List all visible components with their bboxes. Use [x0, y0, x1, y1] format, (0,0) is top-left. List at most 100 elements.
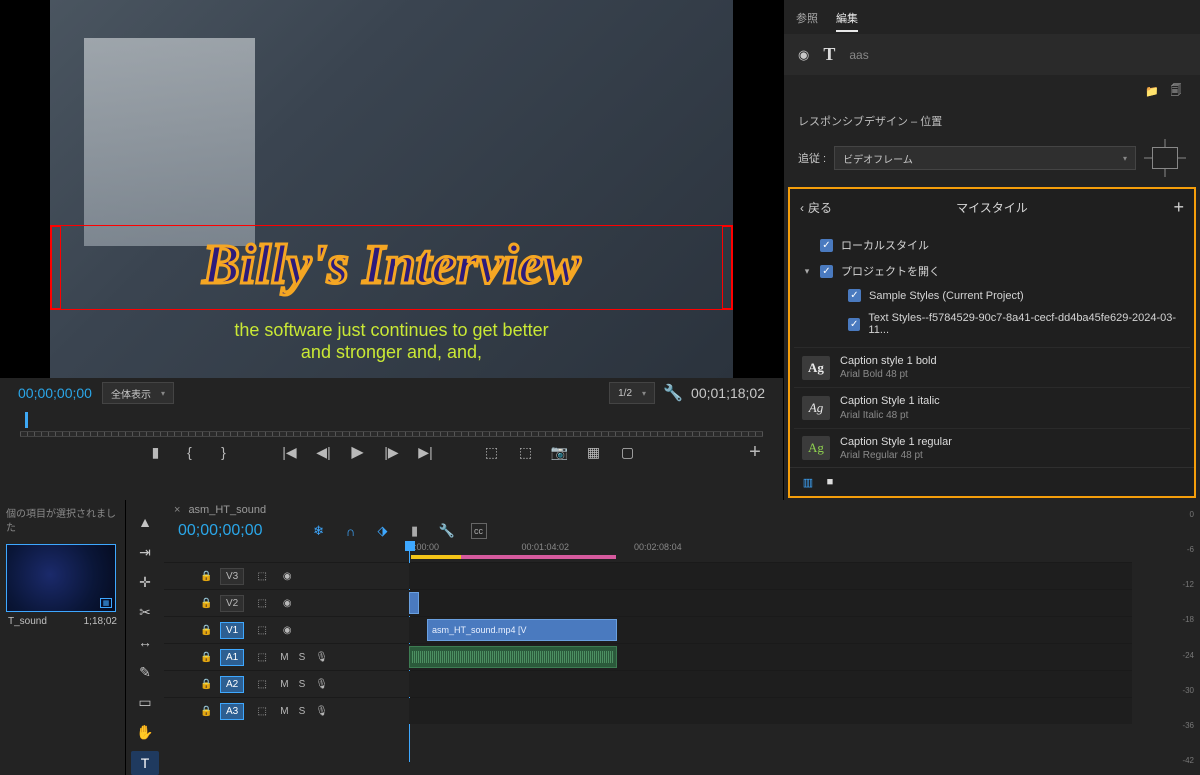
clip-area[interactable] [409, 644, 1132, 670]
marker-icon[interactable]: ▮ [148, 444, 164, 460]
track-target-toggle[interactable]: A2 [220, 676, 244, 693]
style-item[interactable]: AgCaption Style 1 italicArial Italic 48 … [794, 387, 1190, 427]
toggle-output-icon[interactable]: ⬚ [254, 622, 270, 638]
new-layer-icon[interactable]: 🗐 [1168, 83, 1184, 99]
add-button-icon[interactable]: + [747, 444, 763, 460]
clip-area[interactable] [409, 698, 1132, 724]
caret-down-icon[interactable]: ▾ [802, 266, 812, 277]
clip-area[interactable]: asm_HT_sound.mp4 [V [409, 617, 1132, 643]
mute-toggle[interactable]: M [280, 652, 288, 663]
project-thumbnail[interactable]: ▦ [6, 544, 116, 612]
eye-icon[interactable]: ◉ [280, 571, 294, 582]
title-text[interactable]: Billy's Interview [61, 226, 722, 304]
zoom-dropdown[interactable]: 全体表示▾ [102, 382, 174, 404]
checkbox-icon[interactable]: ✓ [848, 318, 860, 331]
slip-tool-icon[interactable]: ↔ [131, 630, 159, 654]
voiceover-icon[interactable]: 🎙 [315, 652, 328, 663]
voiceover-icon[interactable]: 🎙 [315, 706, 328, 717]
tree-sample-styles[interactable]: ✓Sample Styles (Current Project) [798, 284, 1186, 307]
clip-area[interactable] [409, 590, 1132, 616]
tree-text-styles-file[interactable]: ✓Text Styles--f5784529-90c7-8a41-cecf-dd… [798, 307, 1186, 341]
mute-toggle[interactable]: M [280, 679, 288, 690]
checkbox-icon[interactable]: ✓ [820, 265, 833, 278]
wrench-icon[interactable]: 🔧 [665, 385, 681, 401]
caption-range-bar[interactable] [461, 555, 616, 559]
pen-tool-icon[interactable]: ✎ [131, 661, 159, 685]
toggle-output-icon[interactable]: ⬚ [254, 703, 270, 719]
step-forward-icon[interactable]: |▶ [384, 444, 400, 460]
monitor-right-timecode[interactable]: 00;01;18;02 [691, 385, 765, 401]
close-tab-icon[interactable]: × [174, 504, 180, 516]
toggle-output-icon[interactable]: ⬚ [254, 676, 270, 692]
layer-name[interactable]: aas [849, 48, 868, 62]
selection-tool-icon[interactable]: ▲ [131, 510, 159, 534]
go-to-in-icon[interactable]: |◀ [282, 444, 298, 460]
video-track[interactable]: 🔒 V1 ⬚ ◉ asm_HT_sound.mp4 [V [164, 616, 1132, 643]
lock-icon[interactable]: 🔒 [200, 625, 210, 636]
track-select-tool-icon[interactable]: ⇥ [131, 540, 159, 564]
solo-toggle[interactable]: S [299, 706, 306, 717]
sequence-tab[interactable]: asm_HT_sound [188, 504, 266, 516]
caption-track-icon[interactable]: cc [471, 523, 487, 539]
tree-open-project[interactable]: ▾✓プロジェクトを開く [798, 258, 1186, 284]
track-target-toggle[interactable]: V1 [220, 622, 244, 639]
tree-local-styles[interactable]: ✓ローカルスタイル [798, 232, 1186, 258]
step-back-icon[interactable]: ◀| [316, 444, 332, 460]
monitor-left-timecode[interactable]: 00;00;00;00 [18, 385, 92, 401]
audio-clip[interactable] [409, 646, 617, 668]
checkbox-icon[interactable]: ✓ [848, 289, 861, 302]
style-list[interactable]: AgCaption style 1 boldArial Bold 48 ptAg… [790, 347, 1194, 467]
eye-icon[interactable]: ◉ [280, 598, 294, 609]
mark-out-icon[interactable]: } [216, 444, 232, 460]
clip-area[interactable] [409, 671, 1132, 697]
checkbox-icon[interactable]: ✓ [820, 239, 833, 252]
work-area-bar[interactable] [411, 555, 461, 559]
visibility-toggle-icon[interactable]: ◉ [798, 47, 809, 63]
settings-icon[interactable]: 🔧 [439, 523, 455, 539]
audio-track[interactable]: 🔒A3⬚MS🎙 [164, 697, 1132, 724]
resolution-dropdown[interactable]: 1/2▾ [609, 382, 655, 404]
solo-toggle[interactable]: S [299, 652, 306, 663]
lock-icon[interactable]: 🔒 [200, 571, 210, 582]
clip-area[interactable] [409, 563, 1132, 589]
audio-track[interactable]: 🔒A1⬚MS🎙 [164, 643, 1132, 670]
monitor-viewport[interactable]: Billy's Interview the software just cont… [0, 0, 783, 378]
marker-icon[interactable]: ▮ [407, 523, 423, 539]
toggle-output-icon[interactable]: ⬚ [254, 649, 270, 665]
timeline-ruler[interactable]: 0:00:00 00:01:04:02 00:02:08:04 [164, 542, 1132, 562]
video-track[interactable]: 🔒V3⬚◉ [164, 562, 1132, 589]
type-tool-icon[interactable]: T [131, 751, 159, 775]
lock-icon[interactable]: 🔒 [200, 706, 210, 717]
title-graphic[interactable]: Billy's Interview [50, 225, 733, 310]
voiceover-icon[interactable]: 🎙 [315, 679, 328, 690]
timeline-playhead-timecode[interactable]: 00;00;00;00 [178, 522, 263, 540]
pin-widget[interactable] [1144, 139, 1186, 177]
new-folder-icon[interactable]: 📁 [1144, 83, 1160, 99]
audio-track[interactable]: 🔒A2⬚MS🎙 [164, 670, 1132, 697]
snap-icon[interactable]: ❄ [311, 523, 327, 539]
toggle-output-icon[interactable]: ⬚ [254, 595, 270, 611]
video-track[interactable]: 🔒V2⬚◉ [164, 589, 1132, 616]
play-icon[interactable]: ▶ [350, 444, 366, 460]
eye-icon[interactable]: ◉ [280, 625, 294, 636]
style-item[interactable]: AgCaption style 1 boldArial Bold 48 pt [794, 347, 1190, 387]
compare-icon[interactable]: ▦ [586, 444, 602, 460]
solo-toggle[interactable]: S [299, 679, 306, 690]
layer-row[interactable]: ◉ T aas [784, 34, 1200, 75]
lift-icon[interactable]: ⬚ [484, 444, 500, 460]
go-to-out-icon[interactable]: ▶| [418, 444, 434, 460]
mark-in-icon[interactable]: { [182, 444, 198, 460]
playhead-marker-icon[interactable] [25, 412, 28, 428]
razor-tool-icon[interactable]: ✂ [131, 600, 159, 624]
rectangle-tool-icon[interactable]: ▭ [131, 691, 159, 715]
hand-tool-icon[interactable]: ✋ [131, 721, 159, 745]
tab-browse[interactable]: 参照 [796, 10, 818, 32]
track-target-toggle[interactable]: V3 [220, 568, 244, 585]
track-target-toggle[interactable]: A1 [220, 649, 244, 666]
ripple-edit-tool-icon[interactable]: ✛ [131, 570, 159, 594]
project-item[interactable]: T_sound 1;18;02 [6, 612, 119, 631]
track-target-toggle[interactable]: A3 [220, 703, 244, 720]
track-target-toggle[interactable]: V2 [220, 595, 244, 612]
video-clip[interactable] [409, 592, 419, 614]
extract-icon[interactable]: ⬚ [518, 444, 534, 460]
